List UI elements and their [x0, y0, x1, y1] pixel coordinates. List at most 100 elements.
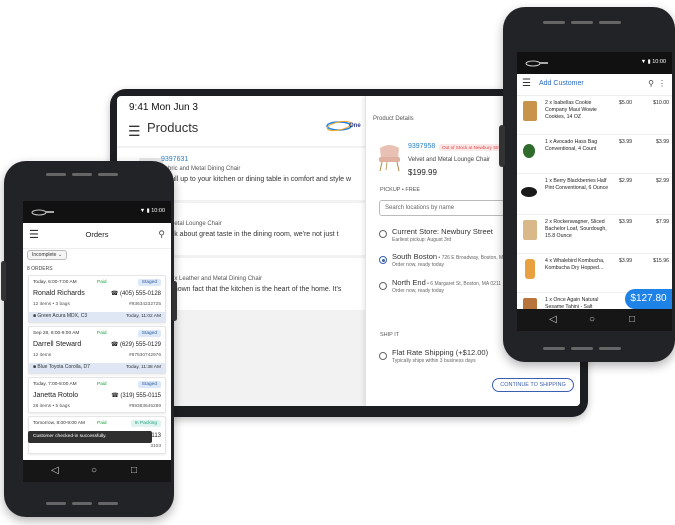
checkin-time: Today, 11:38 AM [125, 364, 161, 370]
search-icon[interactable]: ⚲ [648, 79, 654, 88]
order-number: #87530742976 [128, 353, 161, 358]
orders-count: 8 ORDERS [27, 266, 53, 272]
pickup-radio-south-boston[interactable] [379, 256, 387, 264]
cookie-product-icon [523, 101, 537, 121]
customer-phone[interactable]: ☎ (629) 555-0129 [111, 341, 161, 348]
kombucha-product-icon [525, 259, 535, 279]
side-button [172, 281, 177, 321]
chair-image [379, 145, 400, 172]
more-options-icon[interactable]: ⋮ [658, 79, 666, 88]
option-subtext: Earliest pickup: August 3rd [392, 237, 452, 243]
cart-item[interactable]: 2 x Isabellas Cookie Company Maui Wowie … [517, 97, 672, 135]
product-description: ell-known fact that the kitchen is the h… [161, 286, 342, 293]
cart-item[interactable]: 2 x Rockenwagner, Sliced Bachelor Loaf, … [517, 216, 672, 254]
speaker-grille [72, 173, 92, 176]
home-icon[interactable]: ○ [589, 313, 595, 327]
option-address: • 726 E Broadway, Boston, Ma [437, 255, 506, 261]
pickup-section-label: PICKUP • FREE [380, 187, 421, 193]
option-subtext: Order now, ready today [392, 288, 444, 294]
pickup-radio-current[interactable] [379, 230, 387, 238]
home-icon[interactable]: ○ [91, 464, 97, 478]
paid-label: Paid [97, 421, 107, 426]
order-time: Tomorrow, 8:00-9:00 AM [33, 421, 85, 426]
logo-text: One [349, 123, 361, 129]
toast-message: Customer checked-in successfully. [28, 431, 152, 443]
detail-sku: 9397958 [408, 143, 436, 150]
speaker-grille [543, 21, 565, 24]
speaker-grille [571, 347, 593, 350]
phone-number: (319) 555-0115 [120, 393, 161, 399]
phone-number: (405) 555-0128 [119, 291, 161, 297]
cart-item[interactable]: 1 x Avocado Hass Bag Conventional, 4 Cou… [517, 136, 672, 174]
status-icons: ▼ ▮ 10:00 [640, 59, 666, 65]
order-number: 3103 [150, 444, 161, 449]
app-header: ☰ Add Customer ⚲ ⋮ [517, 74, 672, 96]
item-unit-price: $3.99 [619, 139, 632, 145]
order-number: #99383645289 [128, 404, 161, 409]
order-card[interactable]: Today, 6:00-7:00 AM Paid Staged Ronald R… [28, 275, 166, 323]
order-card[interactable]: Today, 7:00-8:00 AM Paid Staged Janetta … [28, 377, 166, 413]
status-date: Mon Jun 3 [151, 102, 198, 113]
car-icon: ■ [33, 364, 37, 370]
pickup-option-south-boston[interactable]: South Boston • 726 E Broadway, Boston, M… [392, 252, 506, 261]
status-icons: ▼ ▮ 10:00 [139, 208, 165, 214]
item-unit-price: $5.00 [619, 100, 632, 106]
add-customer-link[interactable]: Add Customer [539, 80, 584, 87]
bread-product-icon [523, 220, 537, 240]
paid-label: Paid [97, 382, 107, 387]
option-subtext: Typically ships within 3 business days [392, 358, 476, 364]
speaker-grille [98, 502, 118, 505]
cart-item[interactable]: 1 x Berry Blackberries Half Pint Convent… [517, 175, 672, 215]
phone-icon: ☎ [110, 342, 119, 348]
option-address: • 6 Margaret St, Boston, MA 0211 [425, 281, 502, 287]
item-total: $2.99 [656, 178, 669, 184]
ship-radio-flat-rate[interactable] [379, 352, 387, 360]
filter-dropdown[interactable]: Incomplete ⌄ [27, 250, 68, 260]
recents-icon[interactable]: □ [629, 313, 635, 327]
speaker-grille [46, 502, 66, 505]
order-time: Today, 7:00-8:00 AM [33, 382, 77, 387]
hamburger-menu-icon[interactable]: ☰ [522, 78, 531, 89]
order-number: #93634232725 [128, 302, 161, 307]
android-nav-bar: ◁ ○ □ [517, 309, 672, 331]
pickup-option-north-end[interactable]: North End • 6 Margaret St, Boston, MA 02… [392, 278, 501, 287]
customer-phone[interactable]: ☎ (405) 555-0128 [111, 290, 161, 297]
item-total: $3.99 [656, 139, 669, 145]
recents-icon[interactable]: □ [131, 464, 137, 478]
cart-item[interactable]: 4 x Whalebird Kombucha, Kombucha Dry Hop… [517, 255, 672, 293]
order-items: 28 items • 5 bags [33, 404, 70, 409]
avocado-product-icon [523, 144, 535, 158]
status-bar: ▼ ▮ 10:00 [517, 52, 672, 74]
back-icon[interactable]: ◁ [51, 464, 59, 478]
customer-phone[interactable]: ☎ (319) 555-0115 [111, 392, 161, 399]
order-card[interactable]: Sep 28, 8:00-9:00 AM Paid Staged Darrell… [28, 326, 166, 374]
ship-option-flat-rate[interactable]: Flat Rate Shipping (+$12.00) [392, 348, 488, 357]
side-button [499, 125, 505, 167]
item-total: $7.99 [656, 219, 669, 225]
status-time: 10:00 [652, 59, 666, 65]
item-name: 1 x Avocado Hass Bag Conventional, 4 Cou… [545, 139, 598, 152]
item-unit-price: $3.99 [619, 219, 632, 225]
product-name: Fabric and Metal Dining Chair [161, 166, 241, 172]
android-nav-bar: ◁ ○ □ [23, 460, 171, 482]
order-items: 12 items • 3 bags [33, 302, 70, 307]
pickup-option-current[interactable]: Current Store: Newbury Street [392, 227, 493, 236]
customer-name: Janetta Rotolo [33, 392, 79, 399]
vehicle-info: ■ Blue Toyota Corolla, D7 [33, 364, 90, 370]
ship-section-label: SHIP IT [380, 332, 400, 338]
option-name: North End [392, 278, 426, 287]
stock-badge: Out of Stock at Newbury Street [439, 144, 509, 151]
back-icon[interactable]: ◁ [549, 313, 557, 327]
pickup-radio-north-end[interactable] [379, 282, 387, 290]
status-time: 10:00 [151, 208, 165, 214]
app-header: ☰ Orders ⚲ [23, 223, 171, 249]
product-description: 'll pull up to your kitchen or dining ta… [161, 176, 352, 183]
hamburger-menu-icon[interactable]: ☰ [128, 123, 141, 140]
search-icon[interactable]: ⚲ [158, 229, 165, 240]
item-name: 4 x Whalebird Kombucha, Kombucha Dry Hop… [545, 258, 605, 271]
item-unit-price: $2.99 [619, 178, 632, 184]
continue-to-shipping-button[interactable]: CONTINUE TO SHIPPING [492, 378, 574, 392]
side-button [1, 261, 6, 301]
cart-total-button[interactable]: $127.80 [625, 289, 672, 309]
left-phone-screen: ▼ ▮ 10:00 ☰ Orders ⚲ Incomplete ⌄ 8 ORDE… [23, 201, 171, 482]
